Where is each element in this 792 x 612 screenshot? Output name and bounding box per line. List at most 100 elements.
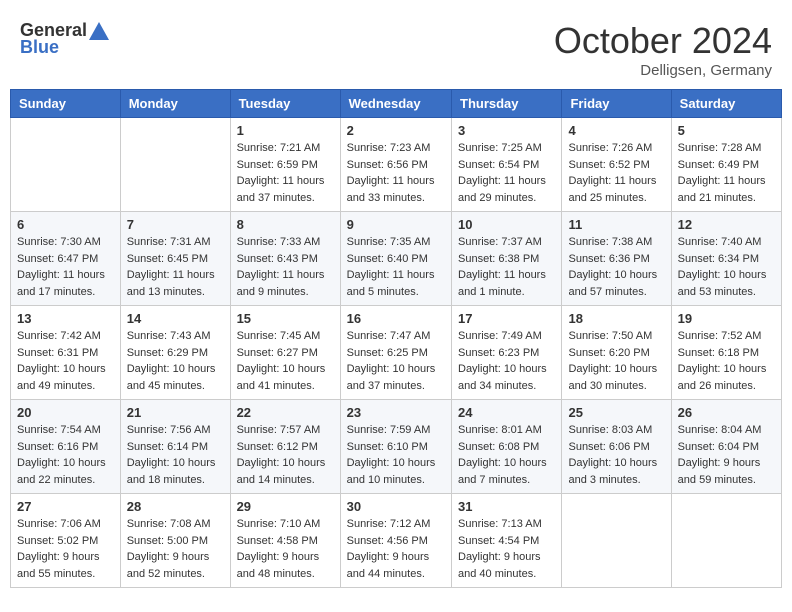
day-number: 26 [678, 405, 775, 420]
col-monday: Monday [120, 90, 230, 118]
day-number: 16 [347, 311, 445, 326]
day-info: Sunrise: 7:06 AMSunset: 5:02 PMDaylight:… [17, 516, 114, 582]
day-number: 29 [237, 499, 334, 514]
calendar-cell: 7 Sunrise: 7:31 AMSunset: 6:45 PMDaylight… [120, 212, 230, 306]
calendar-week-3: 13 Sunrise: 7:42 AMSunset: 6:31 PMDayligh… [11, 306, 782, 400]
header: General Blue October 2024 Delligsen, Ger… [10, 10, 782, 84]
day-info: Sunrise: 7:52 AMSunset: 6:18 PMDaylight:… [678, 328, 775, 394]
col-thursday: Thursday [452, 90, 562, 118]
day-number: 31 [458, 499, 555, 514]
day-number: 23 [347, 405, 445, 420]
day-info: Sunrise: 7:38 AMSunset: 6:36 PMDaylight:… [568, 234, 664, 300]
calendar-cell: 1Sunrise: 7:21 AMSunset: 6:59 PMDaylight… [230, 118, 340, 212]
day-info: Sunrise: 7:56 AMSunset: 6:14 PMDaylight:… [127, 422, 224, 488]
day-info: Sunrise: 7:47 AMSunset: 6:25 PMDaylight:… [347, 328, 445, 394]
day-info: Sunrise: 7:31 AMSunset: 6:45 PMDaylight:… [127, 234, 224, 300]
calendar-cell: 22 Sunrise: 7:57 AMSunset: 6:12 PMDayligh… [230, 400, 340, 494]
day-info: Sunrise: 7:08 AMSunset: 5:00 PMDaylight:… [127, 516, 224, 582]
location-subtitle: Delligsen, Germany [554, 62, 772, 79]
day-number: 20 [17, 405, 114, 420]
day-number: 1 [237, 123, 334, 138]
day-info: Sunrise: 7:37 AMSunset: 6:38 PMDaylight:… [458, 234, 555, 300]
day-info: Sunrise: 7:33 AMSunset: 6:43 PMDaylight:… [237, 234, 334, 300]
calendar-cell: 18 Sunrise: 7:50 AMSunset: 6:20 PMDayligh… [562, 306, 671, 400]
day-info: Sunrise: 7:28 AMSunset: 6:49 PMDaylight:… [678, 140, 775, 206]
day-info: Sunrise: 7:42 AMSunset: 6:31 PMDaylight:… [17, 328, 114, 394]
day-number: 27 [17, 499, 114, 514]
day-info: Sunrise: 7:59 AMSunset: 6:10 PMDaylight:… [347, 422, 445, 488]
day-number: 6 [17, 217, 114, 232]
logo-blue-text: Blue [20, 37, 59, 58]
day-info: Sunrise: 7:43 AMSunset: 6:29 PMDaylight:… [127, 328, 224, 394]
calendar-cell: 5 Sunrise: 7:28 AMSunset: 6:49 PMDaylight… [671, 118, 781, 212]
day-info: Sunrise: 8:03 AMSunset: 6:06 PMDaylight:… [568, 422, 664, 488]
day-number: 2 [347, 123, 445, 138]
col-saturday: Saturday [671, 90, 781, 118]
day-number: 12 [678, 217, 775, 232]
calendar-cell: 19Sunrise: 7:52 AMSunset: 6:18 PMDayligh… [671, 306, 781, 400]
day-number: 30 [347, 499, 445, 514]
day-info: Sunrise: 7:57 AMSunset: 6:12 PMDaylight:… [237, 422, 334, 488]
day-number: 17 [458, 311, 555, 326]
logo-icon [89, 22, 109, 40]
day-info: Sunrise: 7:45 AMSunset: 6:27 PMDaylight:… [237, 328, 334, 394]
day-number: 28 [127, 499, 224, 514]
calendar-cell: 21 Sunrise: 7:56 AMSunset: 6:14 PMDayligh… [120, 400, 230, 494]
day-number: 13 [17, 311, 114, 326]
day-info: Sunrise: 7:23 AMSunset: 6:56 PMDaylight:… [347, 140, 445, 206]
day-info: Sunrise: 7:49 AMSunset: 6:23 PMDaylight:… [458, 328, 555, 394]
day-number: 7 [127, 217, 224, 232]
calendar-cell: 4 Sunrise: 7:26 AMSunset: 6:52 PMDaylight… [562, 118, 671, 212]
calendar-week-1: 1Sunrise: 7:21 AMSunset: 6:59 PMDaylight… [11, 118, 782, 212]
day-info: Sunrise: 8:04 AMSunset: 6:04 PMDaylight:… [678, 422, 775, 488]
calendar-week-4: 20 Sunrise: 7:54 AMSunset: 6:16 PMDayligh… [11, 400, 782, 494]
calendar-cell: 10 Sunrise: 7:37 AMSunset: 6:38 PMDayligh… [452, 212, 562, 306]
day-number: 9 [347, 217, 445, 232]
calendar-cell: 28 Sunrise: 7:08 AMSunset: 5:00 PMDayligh… [120, 494, 230, 588]
day-info: Sunrise: 7:30 AMSunset: 6:47 PMDaylight:… [17, 234, 114, 300]
calendar-cell: 14 Sunrise: 7:43 AMSunset: 6:29 PMDayligh… [120, 306, 230, 400]
day-info: Sunrise: 7:35 AMSunset: 6:40 PMDaylight:… [347, 234, 445, 300]
day-number: 15 [237, 311, 334, 326]
calendar-header-row: Sunday Monday Tuesday Wednesday Thursday… [11, 90, 782, 118]
calendar-cell: 31 Sunrise: 7:13 AMSunset: 4:54 PMDayligh… [452, 494, 562, 588]
calendar-cell [120, 118, 230, 212]
day-number: 3 [458, 123, 555, 138]
day-number: 10 [458, 217, 555, 232]
day-info: Sunrise: 7:13 AMSunset: 4:54 PMDaylight:… [458, 516, 555, 582]
day-info: Sunrise: 7:40 AMSunset: 6:34 PMDaylight:… [678, 234, 775, 300]
calendar-table: Sunday Monday Tuesday Wednesday Thursday… [10, 89, 782, 588]
calendar-cell: 11 Sunrise: 7:38 AMSunset: 6:36 PMDayligh… [562, 212, 671, 306]
calendar-cell: 13 Sunrise: 7:42 AMSunset: 6:31 PMDayligh… [11, 306, 121, 400]
day-number: 4 [568, 123, 664, 138]
calendar-cell: 6 Sunrise: 7:30 AMSunset: 6:47 PMDaylight… [11, 212, 121, 306]
day-number: 14 [127, 311, 224, 326]
calendar-cell: 15 Sunrise: 7:45 AMSunset: 6:27 PMDayligh… [230, 306, 340, 400]
day-info: Sunrise: 7:26 AMSunset: 6:52 PMDaylight:… [568, 140, 664, 206]
day-number: 24 [458, 405, 555, 420]
calendar-cell: 9 Sunrise: 7:35 AMSunset: 6:40 PMDaylight… [340, 212, 451, 306]
calendar-cell [562, 494, 671, 588]
calendar-cell: 25Sunrise: 8:03 AMSunset: 6:06 PMDayligh… [562, 400, 671, 494]
day-info: Sunrise: 7:54 AMSunset: 6:16 PMDaylight:… [17, 422, 114, 488]
calendar-cell: 24Sunrise: 8:01 AMSunset: 6:08 PMDayligh… [452, 400, 562, 494]
logo: General Blue [20, 20, 109, 58]
day-number: 21 [127, 405, 224, 420]
day-info: Sunrise: 7:50 AMSunset: 6:20 PMDaylight:… [568, 328, 664, 394]
col-wednesday: Wednesday [340, 90, 451, 118]
day-number: 8 [237, 217, 334, 232]
calendar-week-2: 6 Sunrise: 7:30 AMSunset: 6:47 PMDaylight… [11, 212, 782, 306]
page-container: General Blue October 2024 Delligsen, Ger… [10, 10, 782, 588]
day-number: 11 [568, 217, 664, 232]
day-number: 22 [237, 405, 334, 420]
day-info: Sunrise: 7:12 AMSunset: 4:56 PMDaylight:… [347, 516, 445, 582]
day-info: Sunrise: 7:10 AMSunset: 4:58 PMDaylight:… [237, 516, 334, 582]
title-area: October 2024 Delligsen, Germany [554, 20, 772, 79]
calendar-cell: 2 Sunrise: 7:23 AMSunset: 6:56 PMDaylight… [340, 118, 451, 212]
day-info: Sunrise: 7:25 AMSunset: 6:54 PMDaylight:… [458, 140, 555, 206]
calendar-cell: 3 Sunrise: 7:25 AMSunset: 6:54 PMDaylight… [452, 118, 562, 212]
calendar-cell [671, 494, 781, 588]
day-number: 18 [568, 311, 664, 326]
day-number: 5 [678, 123, 775, 138]
col-sunday: Sunday [11, 90, 121, 118]
